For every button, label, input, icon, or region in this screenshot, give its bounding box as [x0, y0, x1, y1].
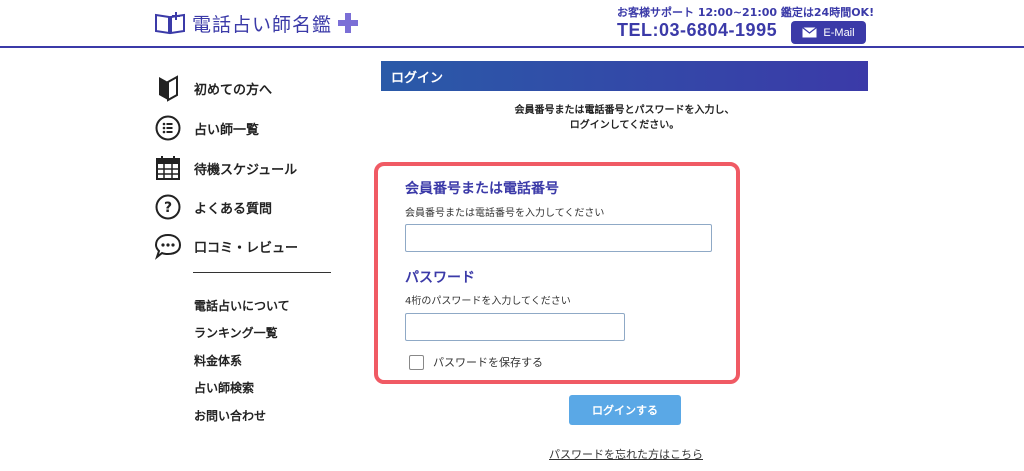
speech-bubble-icon	[154, 232, 182, 260]
login-instruction: 会員番号または電話番号とパスワードを入力し、 ログインしてください。	[381, 103, 868, 133]
sidebar-item-label: 初めての方へ	[194, 82, 273, 98]
list-icon	[154, 114, 182, 142]
sidebar-link-contact[interactable]: お問い合わせ	[194, 407, 266, 424]
member-field-note: 会員番号または電話番号を入力してください	[405, 208, 605, 219]
sidebar-link-ranking[interactable]: ランキング一覧	[194, 324, 278, 341]
forgot-password-link[interactable]: パスワードを忘れた方はこちら	[549, 446, 703, 462]
remember-password-row[interactable]: パスワードを保存する	[409, 354, 543, 370]
member-number-input[interactable]	[405, 224, 712, 252]
site-logo[interactable]: 電話占い師名鑑	[154, 8, 360, 38]
mail-icon	[802, 27, 818, 38]
sidebar-item-fortune-tellers[interactable]: 占い師一覧	[154, 113, 259, 143]
sidebar-divider	[193, 272, 331, 273]
sidebar-item-label: よくある質問	[194, 201, 273, 217]
email-button[interactable]: E-Mail	[791, 21, 866, 44]
question-icon: ?	[154, 193, 182, 221]
sidebar-item-label: 待機スケジュール	[194, 162, 298, 178]
sidebar-link-pricing[interactable]: 料金体系	[194, 352, 242, 369]
remember-password-label[interactable]: パスワードを保存する	[433, 354, 543, 370]
member-field-title: 会員番号または電話番号	[405, 181, 559, 197]
beginner-mark-icon	[154, 74, 182, 102]
book-icon	[155, 12, 185, 35]
instruction-line-2: ログインしてください。	[569, 120, 680, 131]
sidebar-item-faq[interactable]: ? よくある質問	[154, 192, 272, 222]
password-field-title: パスワード	[405, 270, 475, 286]
sidebar-item-label: 口コミ・レビュー	[194, 240, 299, 256]
email-label: E-Mail	[823, 26, 855, 39]
login-button[interactable]: ログインする	[569, 395, 681, 425]
sidebar-link-search[interactable]: 占い師検索	[194, 379, 254, 396]
support-hours: お客様サポート 12:00~21:00 鑑定は24時間OK!	[617, 6, 875, 19]
sidebar-item-beginner[interactable]: 初めての方へ	[154, 73, 272, 103]
sidebar-item-schedule[interactable]: 待機スケジュール	[154, 153, 297, 183]
instruction-line-1: 会員番号または電話番号とパスワードを入力し、	[514, 105, 735, 116]
page-title: ログイン	[391, 70, 444, 86]
calendar-icon	[154, 154, 182, 182]
sidebar-item-label: 占い師一覧	[194, 122, 260, 138]
section-title-bar: ログイン	[381, 61, 868, 91]
site-header: 電話占い師名鑑 お客様サポート 12:00~21:00 鑑定は24時間OK! T…	[0, 0, 1024, 48]
logo-text: 電話占い師名鑑	[192, 13, 333, 36]
plus-badge-icon	[338, 13, 359, 33]
sidebar-link-about[interactable]: 電話占いについて	[194, 297, 290, 314]
password-field-note: 4桁のパスワードを入力してください	[405, 296, 571, 307]
phone-number[interactable]: TEL:03-6804-1995	[617, 20, 777, 41]
password-input[interactable]	[405, 313, 625, 341]
remember-password-checkbox[interactable]	[409, 354, 424, 370]
sidebar-item-reviews[interactable]: 口コミ・レビュー	[154, 231, 298, 261]
svg-text:?: ?	[164, 200, 172, 216]
